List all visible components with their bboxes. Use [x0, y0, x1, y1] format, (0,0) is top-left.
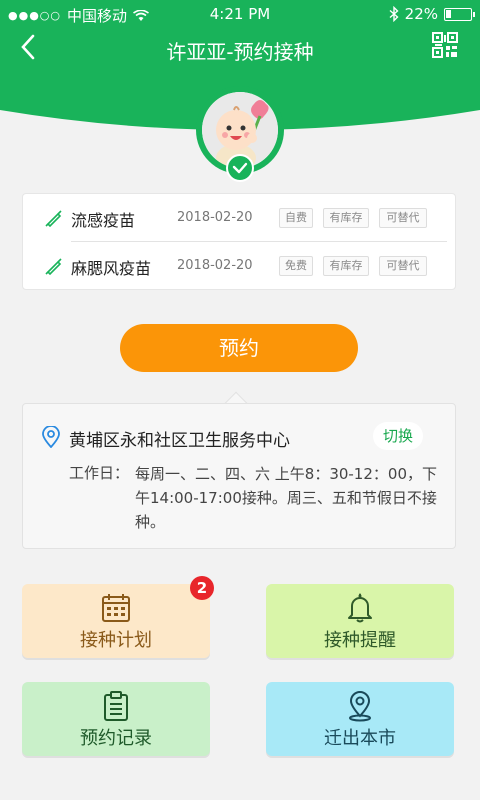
vaccine-list: 流感疫苗 2018-02-20 自费 有库存 可替代 麻腮风疫苗 2018-02… [22, 193, 456, 290]
check-icon [226, 154, 254, 182]
vaccine-name: 流感疫苗 [71, 211, 136, 230]
clinic-name: 黄埔区永和社区卫生服务中心 [69, 431, 290, 451]
notification-badge: 2 [190, 576, 214, 600]
battery-level [446, 9, 451, 18]
substitute-tag: 可替代 [379, 208, 427, 228]
list-item[interactable]: 流感疫苗 2018-02-20 自费 有库存 可替代 [23, 194, 457, 242]
tile-label: 预约记录 [80, 728, 152, 749]
calendar-icon [102, 594, 130, 622]
page-title: 许亚亚-预约接种 [166, 40, 314, 64]
appointment-records-tile[interactable]: 预约记录 [22, 682, 210, 756]
tile-label: 接种计划 [80, 630, 152, 651]
status-bar: ●●●○○ 中国移动 4:21 PM 22% [0, 0, 480, 28]
location-pin-icon [349, 691, 371, 722]
bluetooth-icon [389, 6, 399, 22]
vaccination-appointment-screen: ●●●○○ 中国移动 4:21 PM 22% 许亚亚-预约接种 流感疫苗 201… [0, 0, 480, 800]
hours-text: 每周一、二、四、六 上午8：30-12：00，下午14:00-17:00接种。周… [135, 465, 437, 531]
clipboard-icon [104, 691, 128, 721]
vaccine-date: 2018-02-20 [177, 210, 253, 225]
hours-label: 工作日： [69, 464, 130, 482]
battery-percent: 22% [404, 5, 438, 23]
switch-clinic-button[interactable]: 切换 [372, 422, 423, 450]
stock-tag: 有库存 [323, 208, 369, 228]
clinic-card: 黄埔区永和社区卫生服务中心 切换 工作日： 每周一、二、四、六 上午8：30-1… [22, 403, 456, 549]
tile-label: 接种提醒 [324, 630, 396, 651]
fee-tag: 自费 [279, 208, 313, 228]
qr-code-button[interactable] [432, 32, 458, 58]
stock-tag: 有库存 [323, 256, 369, 276]
vaccination-reminder-tile[interactable]: 接种提醒 [266, 584, 454, 658]
vaccine-name: 麻腮风疫苗 [71, 259, 152, 278]
move-out-city-tile[interactable]: 迁出本市 [266, 682, 454, 756]
location-pin-icon [42, 426, 60, 448]
bell-icon [348, 593, 372, 623]
battery-icon [444, 7, 475, 21]
syringe-icon [45, 258, 62, 275]
tile-label: 迁出本市 [324, 728, 396, 749]
fee-tag: 免费 [279, 256, 313, 276]
vaccine-date: 2018-02-20 [177, 258, 253, 273]
nav-bar: 许亚亚-预约接种 [0, 28, 480, 68]
vaccination-plan-tile[interactable]: 接种计划 [22, 584, 210, 658]
substitute-tag: 可替代 [379, 256, 427, 276]
list-item[interactable]: 麻腮风疫苗 2018-02-20 免费 有库存 可替代 [23, 242, 457, 290]
syringe-icon [45, 210, 62, 227]
reserve-button[interactable]: 预约 [120, 324, 358, 372]
